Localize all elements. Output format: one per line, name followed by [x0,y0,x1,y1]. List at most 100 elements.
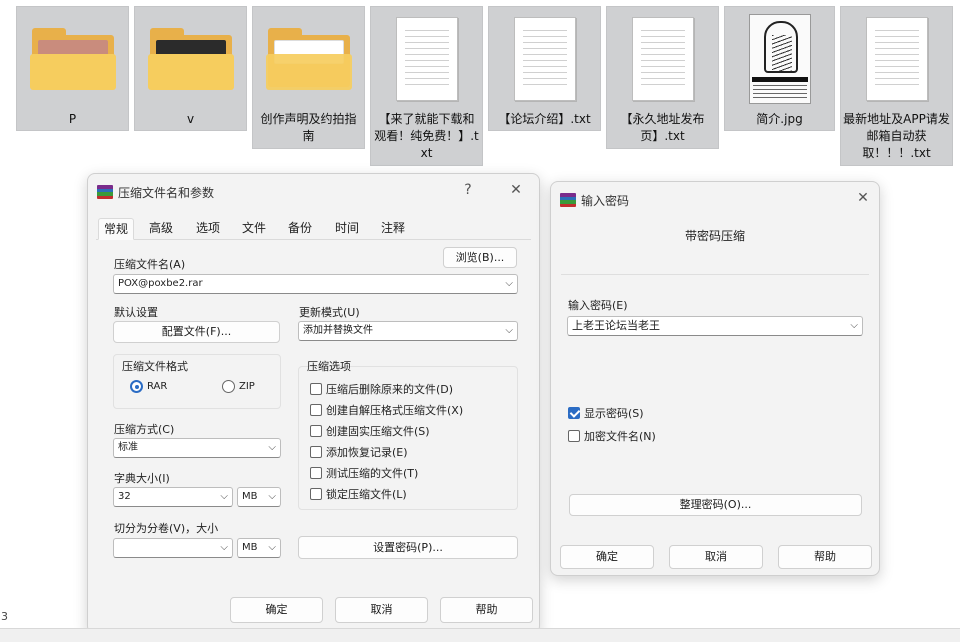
set-password-button[interactable]: 设置密码(P)... [298,536,518,559]
chevron-down-icon: ⌵ [268,442,276,453]
file-tile-v[interactable]: v [134,6,247,131]
option-label: 添加恢复记录(E) [326,446,408,459]
option-test[interactable]: 测试压缩的文件(T) [310,465,418,481]
option-delete-after[interactable]: 压缩后删除原来的文件(D) [310,381,453,397]
winrar-icon [560,193,576,207]
checkbox-icon [310,488,322,500]
edge-text: 3 [1,610,8,623]
option-label: 创建固实压缩文件(S) [326,425,430,438]
close-icon[interactable]: ✕ [505,179,527,201]
chevron-down-icon: ⌵ [850,320,858,331]
password-dialog: 输入密码 ✕ 带密码压缩 输入密码(E) 上老王论坛当老王 ⌵ 显示密码(S) … [550,181,880,576]
file-tile-latest-address-txt[interactable]: 最新地址及APP请发邮箱自动获取！！！.txt [840,6,953,166]
format-rar-radio[interactable]: RAR [130,380,167,393]
file-tile-permanent-address-txt[interactable]: 【永久地址发布页】.txt [606,6,719,149]
file-tile-download-txt[interactable]: 【来了就能下载和观看！纯免费！】.txt [370,6,483,166]
update-mode-label: 更新模式(U) [299,306,360,319]
split-size-input[interactable]: ⌵ [113,538,233,558]
checkbox-icon [310,467,322,479]
split-label: 切分为分卷(V)，大小 [114,522,219,535]
tab-files[interactable]: 文件 [236,218,272,240]
option-lock[interactable]: 锁定压缩文件(L) [310,486,407,502]
text-file-icon [489,13,600,105]
show-password-checkbox[interactable]: 显示密码(S) [568,405,644,421]
dialog-titlebar: 输入密码 ✕ [551,182,879,216]
folder-icon [135,13,246,105]
option-solid[interactable]: 创建固实压缩文件(S) [310,423,430,439]
organize-passwords-button[interactable]: 整理密码(O)... [569,494,862,516]
tab-comment[interactable]: 注释 [375,218,411,240]
encrypt-names-checkbox[interactable]: 加密文件名(N) [568,428,656,444]
method-select[interactable]: 标准 ⌵ [113,438,281,458]
file-tile-creation-statement[interactable]: 创作声明及约拍指南 [252,6,365,149]
image-file-icon [725,13,834,105]
help-icon[interactable]: ? [457,179,479,201]
method-label: 压缩方式(C) [114,423,175,436]
file-name: v [186,112,195,126]
winrar-icon [97,185,113,199]
help-button[interactable]: 帮助 [440,597,533,623]
browse-button[interactable]: 浏览(B)... [443,247,517,268]
option-recovery[interactable]: 添加恢复记录(E) [310,444,408,460]
method-value: 标准 [118,442,138,453]
split-unit-select[interactable]: MB ⌵ [237,538,281,558]
checkbox-icon [310,425,322,437]
checkbox-icon [310,404,322,416]
format-zip-radio[interactable]: ZIP [222,380,255,393]
tab-general[interactable]: 常规 [98,218,134,240]
file-tile-forum-intro-txt[interactable]: 【论坛介绍】.txt [488,6,601,131]
file-tile-p[interactable]: P [16,6,129,131]
ok-button[interactable]: 确定 [230,597,323,623]
option-label: 压缩后删除原来的文件(D) [326,383,454,396]
chevron-down-icon: ⌵ [505,325,513,336]
folder-icon [253,13,364,105]
dictionary-unit-select[interactable]: MB ⌵ [237,487,281,507]
help-button[interactable]: 帮助 [778,545,872,569]
cancel-button[interactable]: 取消 [335,597,428,623]
file-name: 【论坛介绍】.txt [498,112,591,126]
radio-unselected-icon [222,380,235,393]
tab-advanced[interactable]: 高级 [143,218,179,240]
archive-options-label: 压缩选项 [307,360,351,373]
tab-backup[interactable]: 备份 [282,218,318,240]
default-profile-label: 默认设置 [114,306,158,319]
password-value: 上老王论坛当老王 [572,319,660,332]
file-name: 最新地址及APP请发邮箱自动获取！！！.txt [843,112,950,160]
dictionary-value: 32 [118,491,131,502]
file-name: 【来了就能下载和观看！纯免费！】.txt [374,112,479,160]
folder-icon [17,13,128,105]
chevron-down-icon: ⌵ [220,542,228,553]
archive-name-input[interactable]: POX@poxbe2.rar ⌵ [113,274,518,294]
dialog-title: 压缩文件名和参数 [118,186,215,200]
file-name: 创作声明及约拍指南 [260,112,357,143]
tab-time[interactable]: 时间 [329,218,365,240]
file-name: 【永久地址发布页】.txt [620,112,705,143]
archive-name-dialog: 压缩文件名和参数 ? ✕ 常规 高级 选项 文件 备份 时间 注释 压缩文件名(… [87,173,540,634]
update-mode-select[interactable]: 添加并替换文件 ⌵ [298,321,518,341]
file-tile-intro-jpg[interactable]: 简介.jpg [724,6,835,131]
taskbar-edge [0,628,960,642]
password-label: 输入密码(E) [568,299,628,312]
password-heading: 带密码压缩 [684,229,745,243]
text-file-icon [607,13,718,105]
chevron-down-icon: ⌵ [505,278,513,289]
cancel-button[interactable]: 取消 [669,545,763,569]
encrypt-names-label: 加密文件名(N) [584,430,656,443]
checkbox-icon [568,430,580,442]
text-file-icon [371,13,482,105]
close-icon[interactable]: ✕ [852,187,874,209]
chevron-down-icon: ⌵ [268,491,276,502]
option-label: 测试压缩的文件(T) [326,467,419,480]
radio-selected-icon [130,380,143,393]
update-mode-value: 添加并替换文件 [303,325,373,336]
profile-button[interactable]: 配置文件(F)... [113,321,280,343]
dictionary-select[interactable]: 32 ⌵ [113,487,233,507]
option-sfx[interactable]: 创建自解压格式压缩文件(X) [310,402,463,418]
archive-name-label: 压缩文件名(A) [114,258,186,271]
password-input[interactable]: 上老王论坛当老王 ⌵ [567,316,863,336]
ok-button[interactable]: 确定 [560,545,654,569]
text-file-icon [841,13,952,105]
tab-strip: 常规 高级 选项 文件 备份 时间 注释 [96,218,531,240]
dictionary-unit: MB [242,491,258,502]
tab-options[interactable]: 选项 [190,218,226,240]
